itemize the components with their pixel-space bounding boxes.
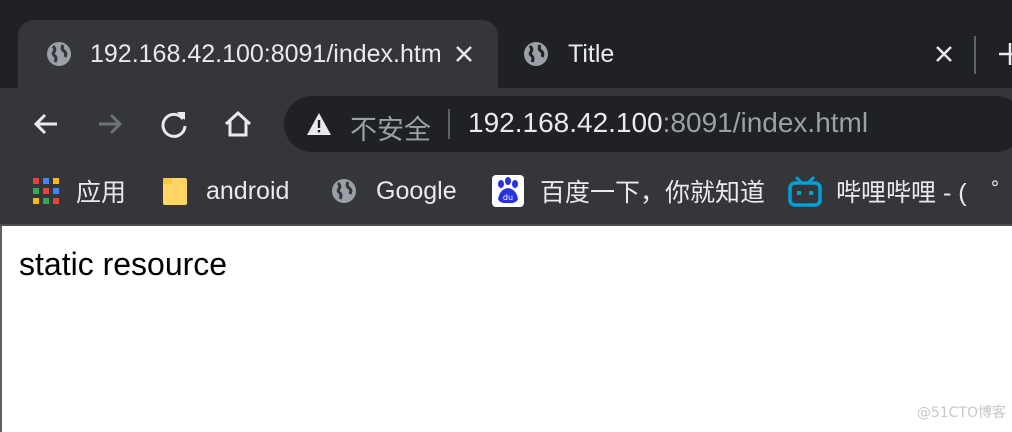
tab-title: Title <box>568 39 615 68</box>
bookmark-label: 哔哩哔哩 - ( ゜- <box>836 179 1012 207</box>
bookmark-baidu[interactable]: du 百度一下，你就知道 <box>492 174 765 208</box>
globe-icon <box>522 40 550 68</box>
globe-icon <box>45 40 73 68</box>
tab-inactive[interactable]: Title <box>500 20 970 88</box>
tab-strip: 192.168.42.100:8091/index.html Title <box>0 0 1012 88</box>
tab-separator <box>974 36 976 74</box>
page-viewport: static resource <box>0 226 1012 432</box>
bilibili-tv-icon <box>788 176 822 207</box>
back-arrow-icon[interactable] <box>28 106 64 142</box>
new-tab-icon[interactable] <box>996 40 1012 68</box>
address-divider <box>448 109 450 139</box>
security-label[interactable]: 不安全 <box>350 108 431 147</box>
baidu-paw-icon: du <box>492 175 524 207</box>
apps-grid-icon <box>33 178 59 204</box>
close-icon[interactable] <box>932 42 956 66</box>
tab-title: 192.168.42.100:8091/index.html <box>90 39 440 68</box>
warning-icon[interactable] <box>306 111 332 137</box>
watermark: @51CTO博客 <box>916 405 1006 421</box>
home-icon[interactable] <box>220 106 256 142</box>
address-bar[interactable]: 不安全 192.168.42.100:8091/index.html <box>284 96 1012 152</box>
bookmark-apps[interactable]: 应用 <box>32 174 126 208</box>
browser-window: 192.168.42.100:8091/index.html Title 不安全… <box>0 0 1012 432</box>
bookmark-bilibili[interactable]: 哔哩哔哩 - ( ゜- <box>788 174 1012 208</box>
close-icon[interactable] <box>452 42 476 66</box>
folder-icon <box>163 178 187 205</box>
bookmarks-bar: 应用 android Google du 百度一下，你就知道 哔哩哔哩 - (… <box>0 160 1012 224</box>
bookmark-label: 百度一下，你就知道 <box>540 179 766 207</box>
url-text[interactable]: 192.168.42.100:8091/index.html <box>468 107 868 139</box>
toolbar: 不安全 192.168.42.100:8091/index.html <box>0 88 1012 160</box>
tab-active[interactable]: 192.168.42.100:8091/index.html <box>18 20 498 88</box>
url-host: 192.168.42.100 <box>468 107 663 138</box>
svg-text:du: du <box>503 193 513 202</box>
url-path: :8091/index.html <box>662 107 869 138</box>
bookmark-google[interactable]: Google <box>330 174 457 208</box>
bookmark-android[interactable]: android <box>162 174 289 208</box>
bookmark-label: android <box>206 176 290 205</box>
globe-icon <box>332 179 356 203</box>
bookmark-label: 应用 <box>76 179 127 207</box>
forward-arrow-icon[interactable] <box>92 106 128 142</box>
bookmark-label: Google <box>376 176 457 205</box>
page-content-text: static resource <box>19 246 228 282</box>
reload-icon[interactable] <box>156 106 192 142</box>
